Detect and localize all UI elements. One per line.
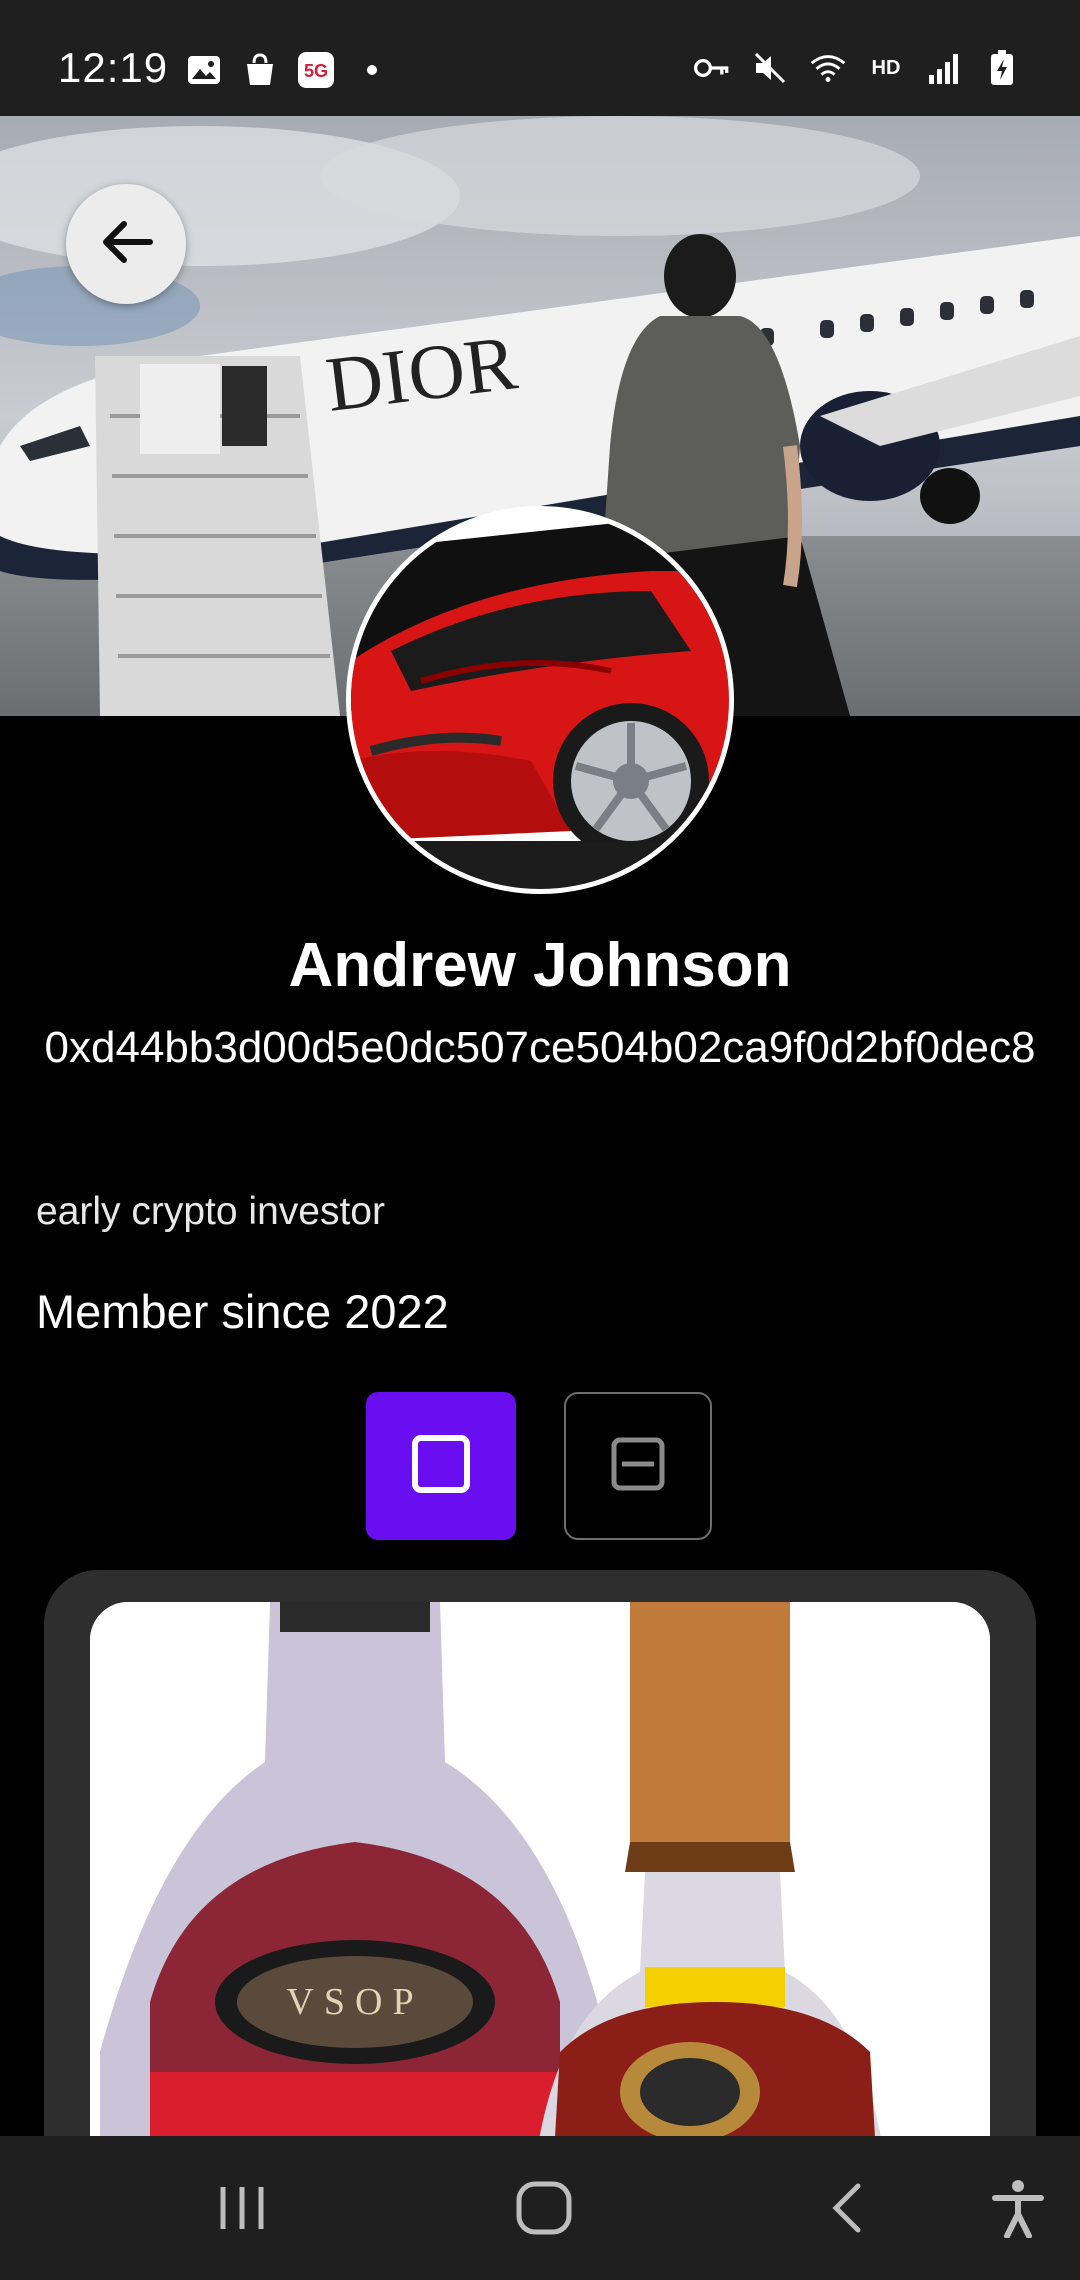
wifi-icon	[810, 50, 846, 86]
status-bar: 12:19 5G HD	[0, 0, 1080, 116]
single-view-toggle-button[interactable]	[366, 1392, 516, 1540]
svg-text:5G: 5G	[304, 61, 328, 81]
status-left-icons: 5G	[186, 52, 390, 88]
shopping-bag-icon	[242, 52, 278, 88]
square-divided-icon	[610, 1436, 666, 1497]
battery-charging-icon	[984, 50, 1020, 86]
home-icon[interactable]	[504, 2176, 584, 2240]
list-view-toggle-button[interactable]	[564, 1392, 712, 1540]
dot-icon	[354, 52, 390, 88]
recent-apps-icon[interactable]	[202, 2176, 282, 2240]
member-since: Member since 2022	[36, 1285, 449, 1338]
accessibility-icon[interactable]	[978, 2176, 1058, 2240]
avatar	[346, 506, 734, 894]
back-button[interactable]	[66, 184, 186, 304]
arrow-left-icon	[98, 218, 154, 271]
square-icon	[411, 1434, 471, 1499]
system-navigation-bar	[0, 2136, 1080, 2280]
status-time: 12:19	[58, 44, 169, 91]
status-right-icons: HD	[694, 50, 1020, 86]
nft-card[interactable]: VSOP	[44, 1570, 1036, 2170]
signal-icon	[926, 50, 962, 86]
profile-bio: early crypto investor	[36, 1190, 385, 1233]
svg-text:VSOP: VSOP	[286, 1981, 423, 2023]
5g-app-icon: 5G	[298, 52, 334, 88]
back-icon[interactable]	[806, 2176, 886, 2240]
vpn-key-icon	[694, 50, 730, 86]
mute-icon	[752, 50, 788, 86]
wallet-address: 0xd44bb3d00d5e0dc507ce504b02ca9f0d2bf0de…	[44, 1023, 1036, 1072]
profile-name: Andrew Johnson	[288, 931, 792, 1000]
hd-icon: HD	[871, 56, 901, 79]
gallery-icon	[186, 52, 222, 88]
nft-image: VSOP	[90, 1602, 990, 2170]
